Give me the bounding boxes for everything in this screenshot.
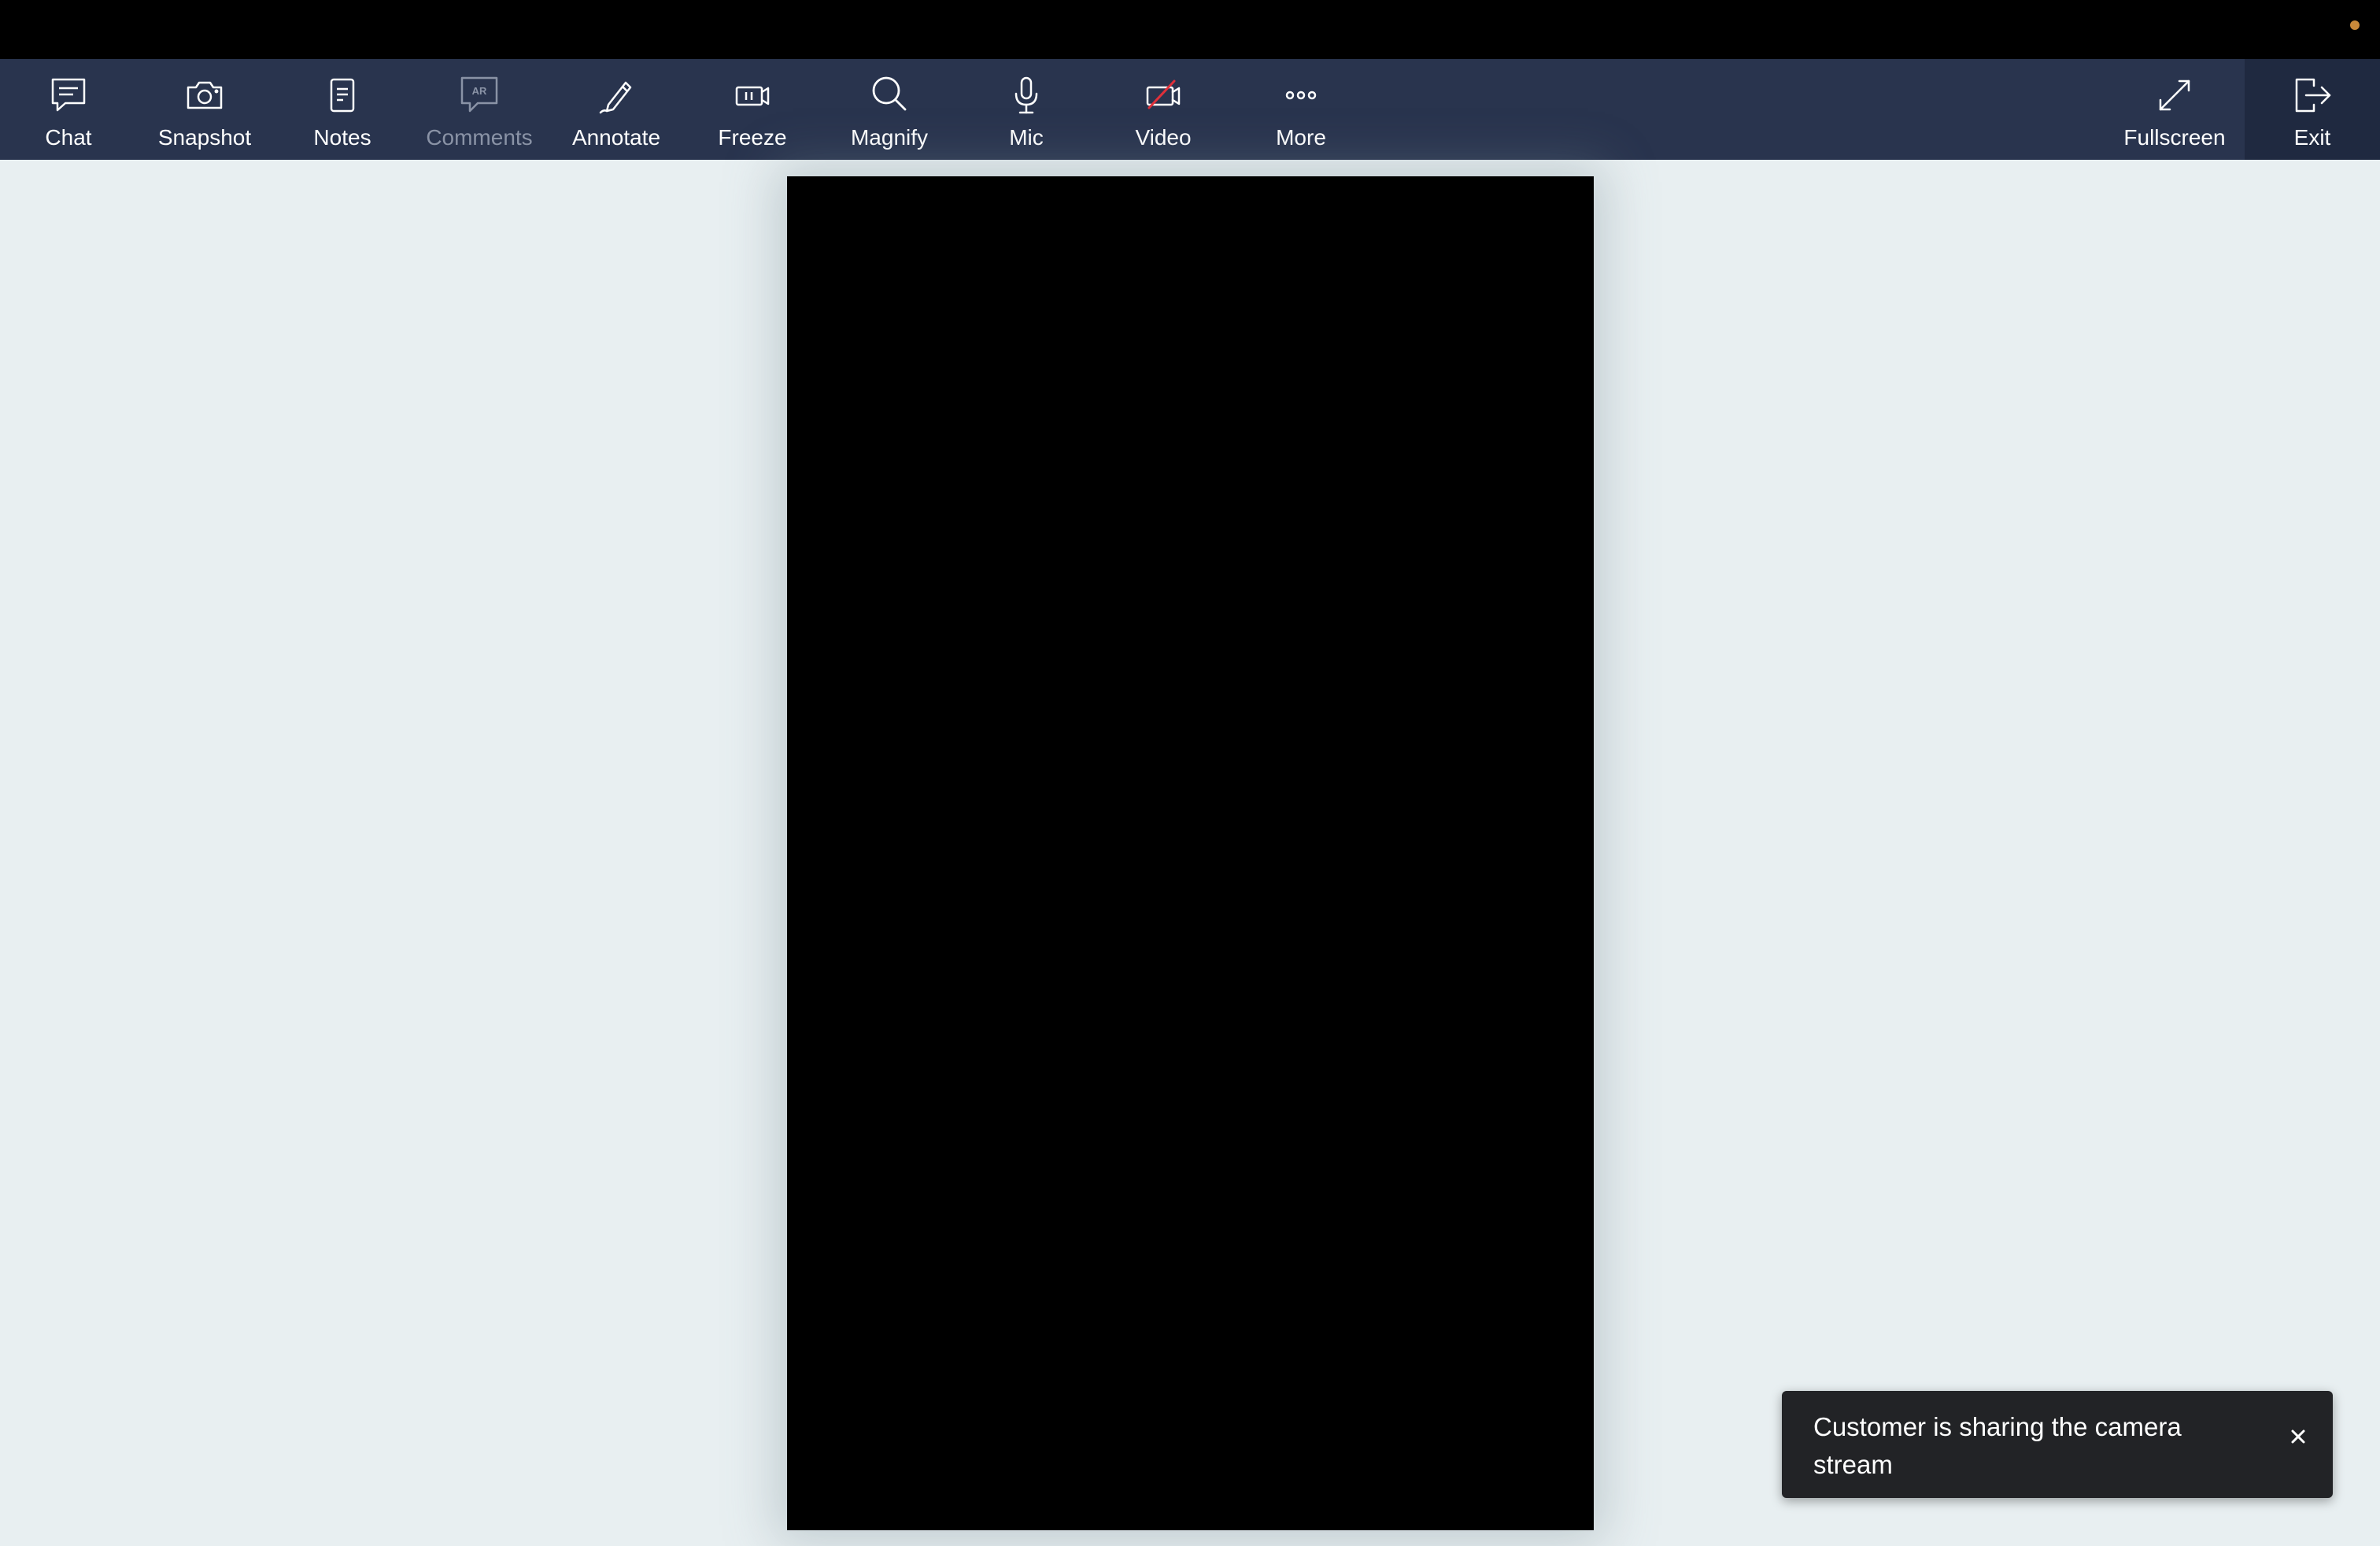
more-button[interactable]: More — [1270, 59, 1332, 160]
snapshot-label: Snapshot — [157, 125, 252, 150]
magnify-label: Magnify — [850, 125, 929, 150]
expand-icon — [2153, 73, 2197, 117]
toast-close-button[interactable] — [2287, 1426, 2309, 1448]
video-button[interactable]: Video — [1127, 59, 1199, 160]
pen-icon — [594, 73, 638, 117]
exit-icon — [2290, 73, 2334, 117]
camera-stream-view[interactable] — [787, 176, 1594, 1530]
more-label: More — [1276, 125, 1326, 150]
notification-toast: Customer is sharing the camera stream — [1782, 1391, 2333, 1498]
video-off-icon — [1141, 73, 1185, 117]
notes-button[interactable]: Notes — [307, 59, 378, 160]
camera-icon — [183, 73, 227, 117]
fullscreen-button[interactable]: Fullscreen — [2117, 59, 2232, 160]
top-bar — [0, 0, 2380, 59]
toolbar: Chat Snapshot Notes AR Comments Annotate… — [0, 59, 2380, 160]
microphone-icon — [1004, 73, 1048, 117]
exit-button[interactable]: Exit — [2245, 59, 2380, 160]
toast-message: Customer is sharing the camera stream — [1813, 1412, 2182, 1479]
magnifier-icon — [867, 73, 911, 117]
comments-label: Comments — [426, 125, 533, 150]
annotate-button[interactable]: Annotate — [567, 59, 666, 160]
ellipsis-icon — [1279, 73, 1323, 117]
video-label: Video — [1135, 125, 1192, 150]
freeze-label: Freeze — [718, 125, 787, 150]
close-icon — [2291, 1429, 2305, 1444]
document-icon — [320, 73, 364, 117]
snapshot-button[interactable]: Snapshot — [153, 59, 256, 160]
fullscreen-label: Fullscreen — [2123, 125, 2226, 150]
chat-bubble-icon — [46, 73, 91, 117]
comments-button[interactable]: AR Comments — [422, 59, 537, 160]
comments-badge: AR — [472, 85, 487, 97]
chat-button[interactable]: Chat — [34, 59, 103, 160]
exit-label: Exit — [2293, 125, 2331, 150]
magnify-button[interactable]: Magnify — [845, 59, 933, 160]
freeze-button[interactable]: Freeze — [713, 59, 792, 160]
mic-button[interactable]: Mic — [993, 59, 1059, 160]
annotate-label: Annotate — [571, 125, 661, 150]
notes-label: Notes — [313, 125, 371, 150]
recording-indicator — [2350, 20, 2360, 30]
chat-label: Chat — [45, 125, 92, 150]
ar-comment-icon: AR — [457, 73, 501, 117]
freeze-icon — [730, 73, 774, 117]
mic-label: Mic — [1009, 125, 1044, 150]
